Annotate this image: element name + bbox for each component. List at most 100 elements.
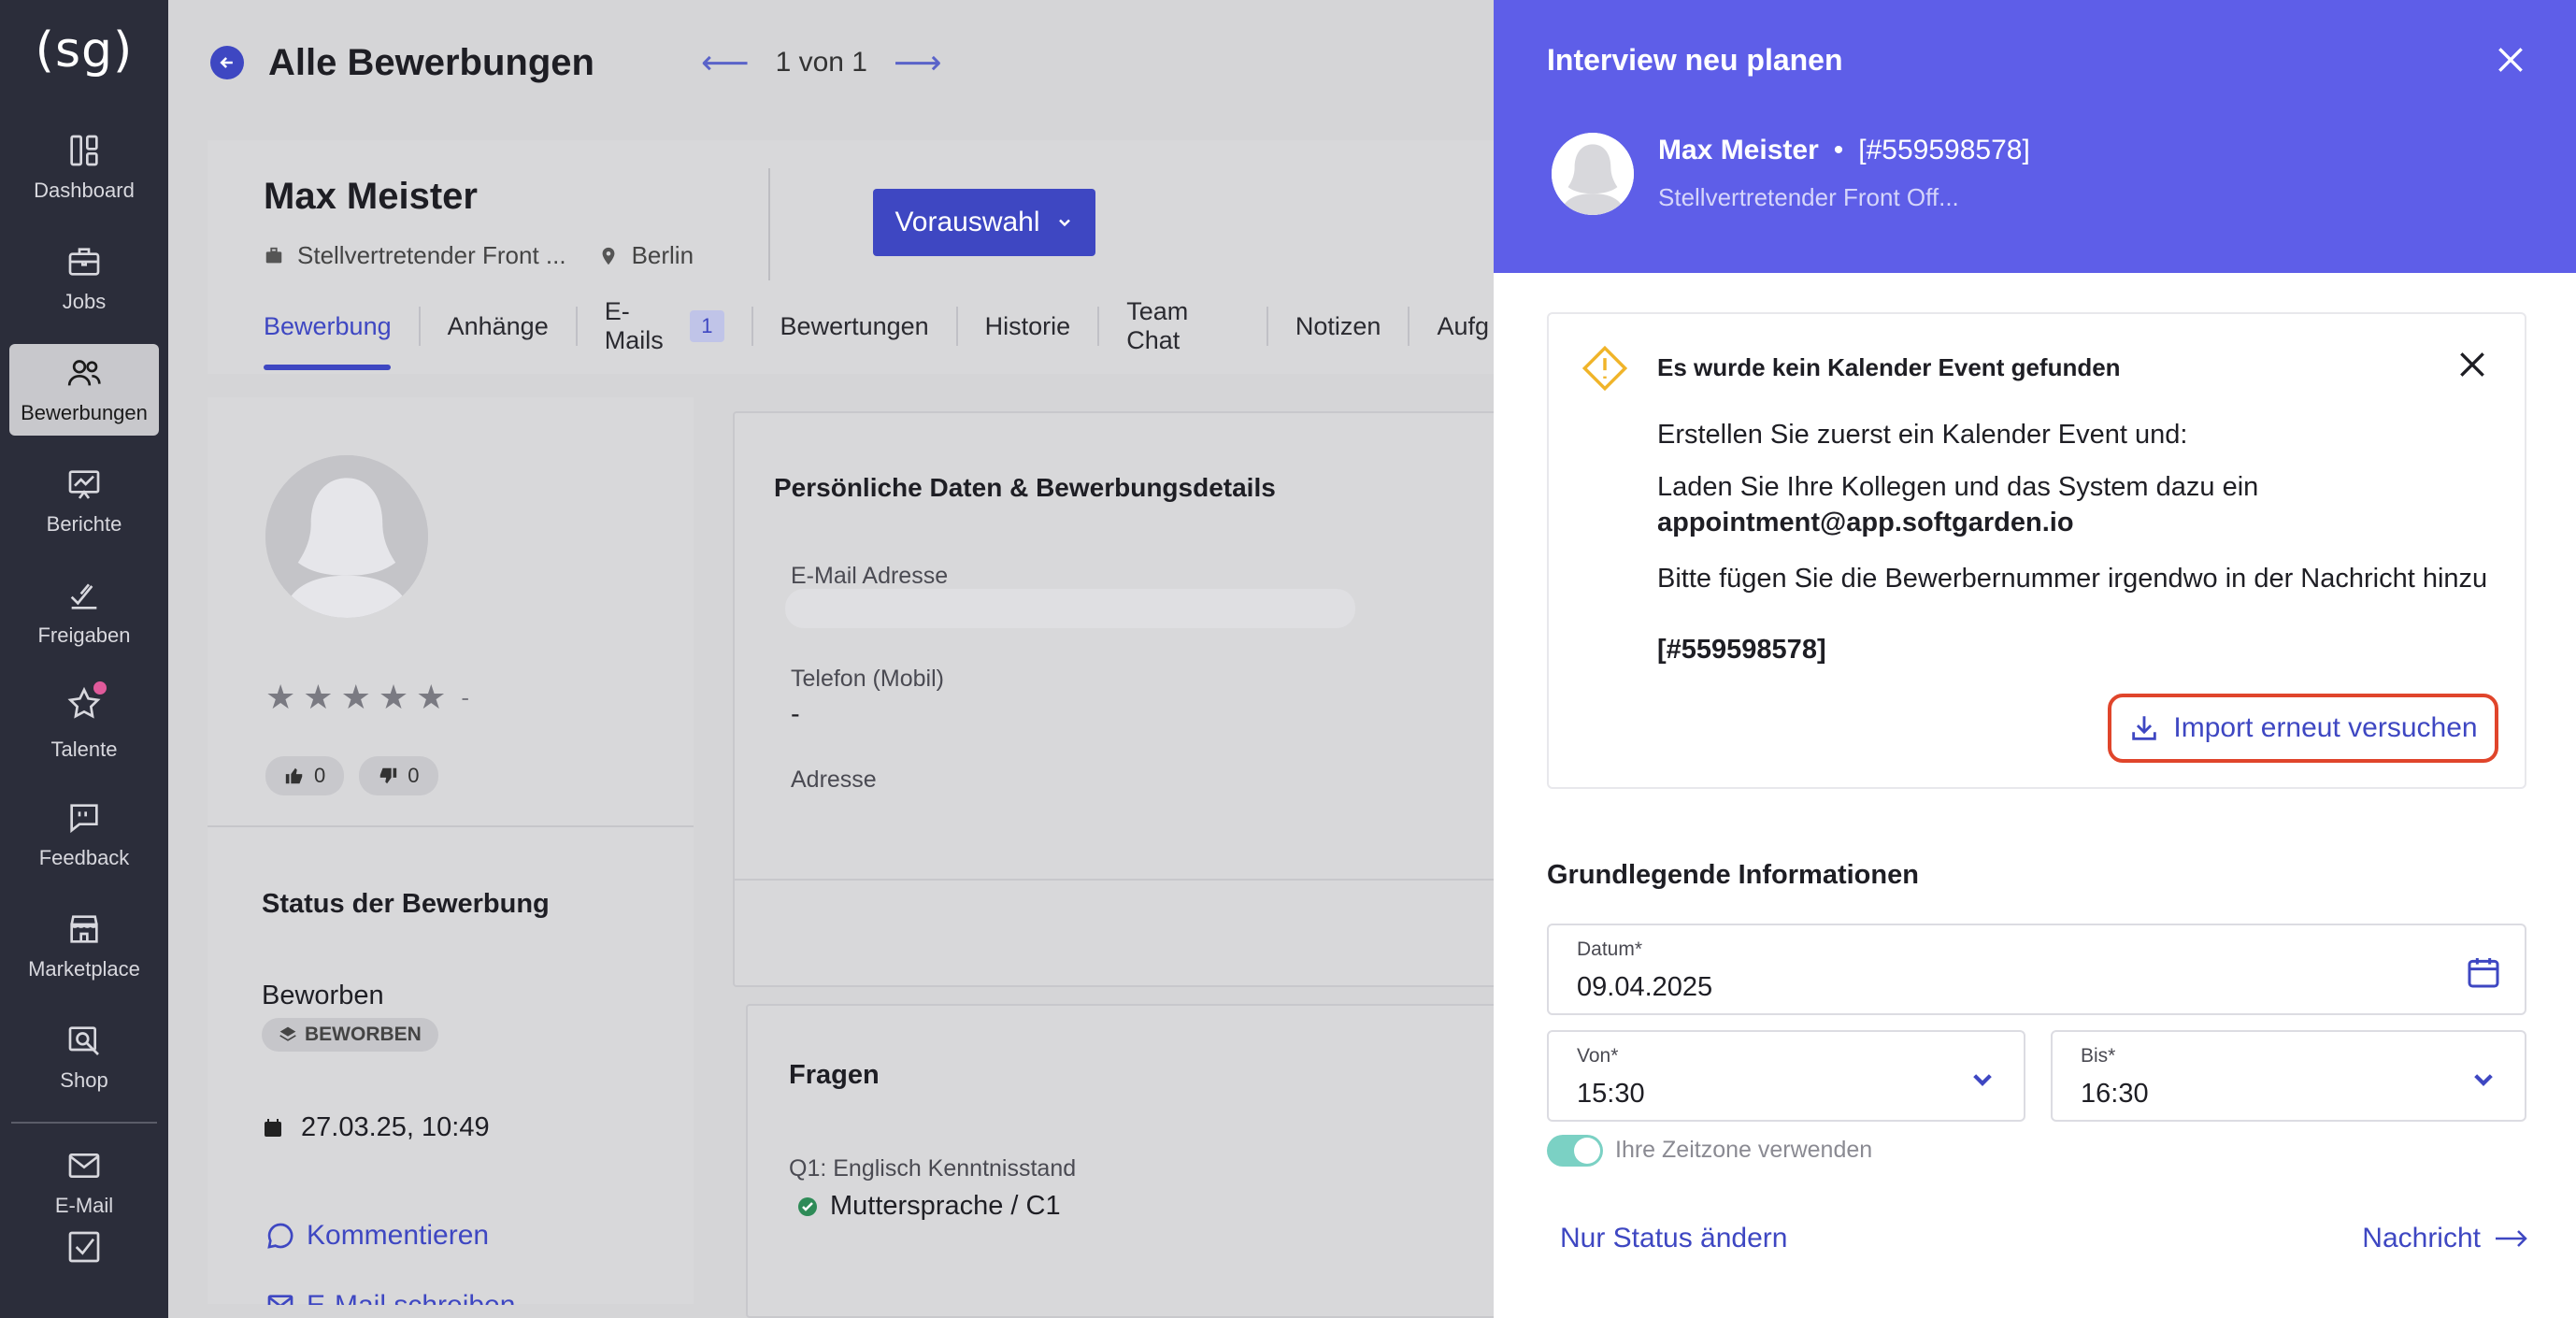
thumbs-up-button[interactable]: 0 (265, 756, 345, 795)
comment-link[interactable]: Kommentieren (265, 1220, 489, 1252)
page-title: Alle Bewerbungen (268, 41, 594, 83)
calendar-icon[interactable] (2465, 953, 2502, 991)
next-arrow-icon[interactable]: ⟶ (894, 43, 942, 82)
retry-import-button[interactable]: Import erneut versuchen (2108, 694, 2498, 763)
sidebar-item-feedback[interactable]: Feedback (9, 789, 159, 881)
sidebar-item-label: Shop (60, 1068, 108, 1092)
rating-stars[interactable]: ★ ★ ★ ★ ★ - (265, 678, 469, 717)
question-1-answer-text: Muttersprache / C1 (830, 1191, 1061, 1221)
sidebar-item-bewerbungen[interactable]: Bewerbungen (9, 344, 159, 436)
email-value-skeleton (785, 589, 1355, 628)
panel-candidate-name: Max Meister (1658, 135, 1819, 165)
panel-header: Interview neu planen Max Meister • [#559… (1494, 0, 2576, 273)
email-label: E-Mail Adresse (791, 563, 949, 589)
tab-emails[interactable]: E-Mails 1 (575, 297, 751, 354)
tab-historie[interactable]: Historie (955, 307, 1098, 346)
thumbs-down-button[interactable]: 0 (359, 756, 438, 795)
candidate-job: Stellvertretender Front ... (297, 241, 566, 269)
question-1-answer: Muttersprache / C1 (796, 1191, 1061, 1222)
status-only-link[interactable]: Nur Status ändern (1560, 1223, 1787, 1254)
star-icon[interactable]: ★ (379, 678, 408, 717)
thumbs-down-count: 0 (408, 764, 420, 787)
email-link-label: E-Mail schreiben (307, 1290, 515, 1305)
from-label: Von* (1577, 1045, 1619, 1067)
sidebar-item-tasks[interactable] (9, 1228, 159, 1284)
approval-icon (70, 583, 97, 609)
date-field[interactable]: Datum* 09.04.2025 (1547, 924, 2526, 1015)
alert-line-3: Bitte fügen Sie die Bewerbernummer irgen… (1657, 564, 2488, 594)
tab-emails-label: E-Mails (604, 297, 664, 354)
sidebar-item-freigaben[interactable]: Freigaben (9, 566, 159, 658)
from-time-select[interactable]: Von* 15:30 (1547, 1030, 2025, 1122)
status-section-title: Status der Bewerbung (262, 889, 550, 919)
sidebar-item-jobs[interactable]: Jobs (9, 233, 159, 324)
briefcase-icon (68, 248, 100, 276)
phone-value: - (791, 699, 800, 729)
prev-arrow-icon[interactable]: ⟵ (701, 43, 750, 82)
softgarden-logo[interactable]: (sg) (36, 22, 134, 97)
to-label: Bis* (2081, 1045, 2116, 1067)
tab-anhaenge[interactable]: Anhänge (418, 307, 576, 346)
status-value: Beworben (262, 981, 384, 1010)
feedback-icon (70, 804, 98, 834)
next-message-button[interactable]: Nachricht (2362, 1223, 2529, 1254)
sidebar-item-label: Dashboard (34, 179, 135, 202)
sidebar-item-berichte[interactable]: Berichte (9, 455, 159, 547)
timezone-label: Ihre Zeitzone verwenden (1615, 1137, 1873, 1163)
next-message-label: Nachricht (2362, 1223, 2481, 1254)
sidebar-item-marketplace[interactable]: Marketplace (9, 900, 159, 992)
questions-title: Fragen (789, 1060, 880, 1090)
to-value: 16:30 (2081, 1079, 2149, 1109)
star-icon[interactable]: ★ (416, 678, 446, 717)
email-link[interactable]: E-Mail schreiben (265, 1290, 515, 1305)
sidebar-item-email[interactable]: E-Mail (9, 1137, 159, 1228)
sidebar-item-label: Bewerbungen (21, 401, 148, 424)
tab-team-chat[interactable]: Team Chat (1097, 297, 1267, 354)
timezone-toggle[interactable] (1547, 1135, 1603, 1167)
candidate-meta: Stellvertretender Front ... Berlin (264, 241, 694, 270)
card-divider (735, 879, 1576, 881)
arrow-left-icon (220, 57, 233, 68)
panel-applicant-id: [#559598578] (1858, 135, 2030, 165)
sidebar-divider (11, 1122, 157, 1124)
avatar-placeholder-icon (265, 455, 428, 618)
votes: 0 0 (265, 756, 438, 795)
close-icon[interactable] (2492, 41, 2529, 79)
sidebar-item-dashboard[interactable]: Dashboard (9, 122, 159, 213)
sidebar-item-shop[interactable]: Shop (9, 1011, 159, 1103)
from-value: 15:30 (1577, 1079, 1645, 1109)
tab-bewertungen[interactable]: Bewertungen (751, 307, 956, 346)
download-icon (2132, 716, 2157, 740)
application-date: 27.03.25, 10:49 (262, 1112, 490, 1143)
sidebar-item-label: Talente (50, 738, 118, 761)
thumbs-down-icon (380, 767, 397, 784)
sidebar-item-label: E-Mail (54, 1194, 114, 1217)
star-icon[interactable]: ★ (265, 678, 295, 717)
toggle-knob (1574, 1138, 1600, 1164)
star-icon[interactable]: ★ (341, 678, 371, 717)
avatar (265, 455, 428, 618)
comment-icon (267, 1223, 293, 1249)
star-icon[interactable]: ★ (303, 678, 333, 717)
notification-dot (92, 680, 108, 696)
check-circle-icon (798, 1196, 817, 1216)
pager: ⟵ 1 von 1 ⟶ (675, 43, 968, 82)
mail-icon (68, 1153, 100, 1178)
application-date-value: 27.03.25, 10:49 (301, 1112, 490, 1142)
sidebar-item-talente[interactable]: Talente (9, 678, 159, 769)
avatar-placeholder-icon (1552, 133, 1634, 215)
sidebar-item-label: Freigaben (37, 623, 131, 647)
status-badge-label: BEWORBEN (305, 1024, 422, 1045)
briefcase-icon (265, 247, 282, 263)
tab-bewerbung[interactable]: Bewerbung (264, 307, 419, 346)
to-time-select[interactable]: Bis* 16:30 (2051, 1030, 2526, 1122)
personal-details-card: Persönliche Daten & Bewerbungsdetails E-… (733, 411, 1576, 987)
status-badge: BEWORBEN (262, 1018, 438, 1052)
location-pin-icon (602, 247, 614, 265)
candidate-location: Berlin (631, 241, 694, 269)
email-count-badge: 1 (690, 310, 724, 342)
tab-notizen[interactable]: Notizen (1266, 307, 1409, 346)
close-icon[interactable] (2454, 346, 2491, 383)
status-dropdown[interactable]: Vorauswahl (873, 189, 1095, 256)
back-button[interactable] (210, 46, 244, 79)
